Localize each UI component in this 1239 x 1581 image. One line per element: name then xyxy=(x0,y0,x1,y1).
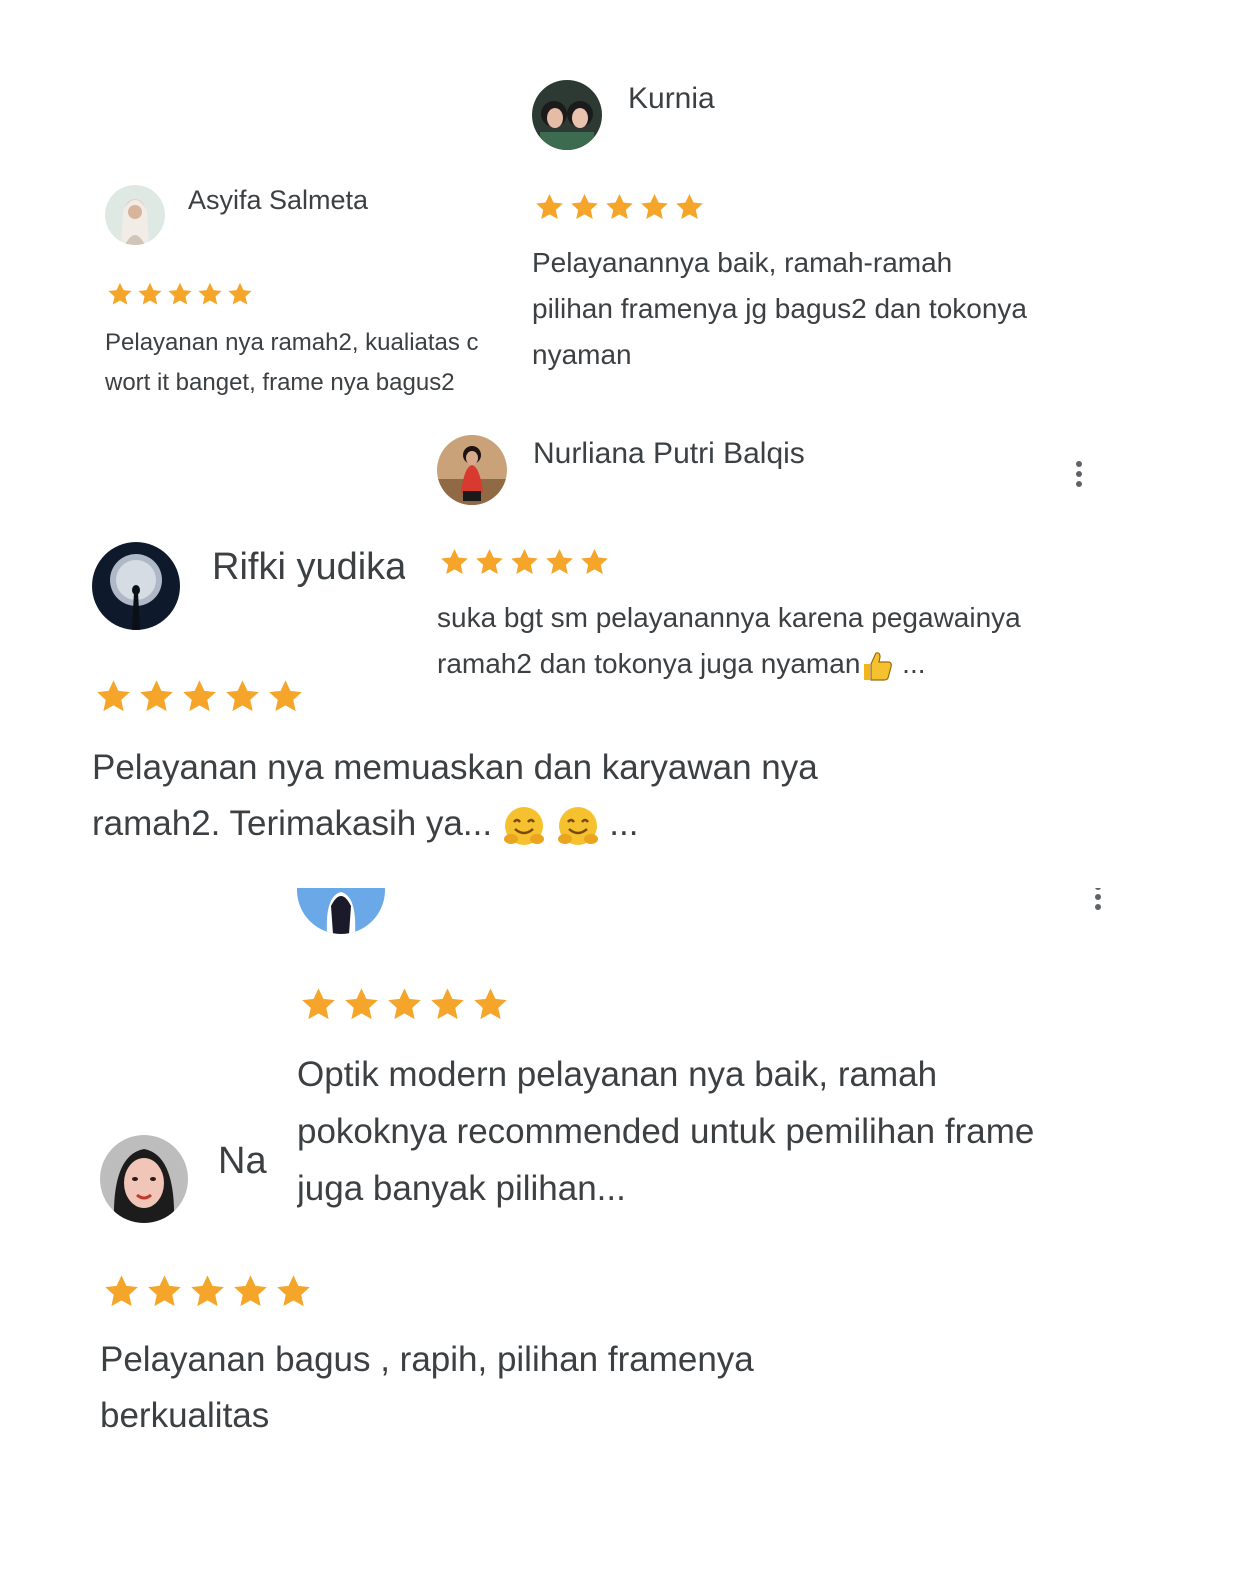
two-women-avatar[interactable] xyxy=(532,80,602,150)
star-icon xyxy=(148,1275,181,1307)
reviewer-name[interactable]: Asyifa Salmeta xyxy=(188,185,368,216)
review-text-line: berkualitas xyxy=(100,1396,270,1435)
review-text-line: pilihan framenya jg bagus2 dan tokonya xyxy=(532,293,1028,324)
more-text-ellipsis[interactable]: ... xyxy=(609,804,638,843)
star-icon xyxy=(105,1275,138,1307)
woman-hijab-avatar[interactable] xyxy=(105,185,165,245)
review-card-nurliana: Nurliana Putri Balqis suka bgt sm pelaya… xyxy=(405,425,1110,690)
star-icon xyxy=(269,680,302,712)
star-icon xyxy=(138,282,162,305)
woman-red-dress-avatar[interactable] xyxy=(437,435,507,505)
review-card-asyifa: Asyifa Salmeta Pelayanan nya ramah2, kua… xyxy=(95,175,505,410)
person-sky-avatar[interactable] xyxy=(297,888,385,934)
star-icon xyxy=(226,680,259,712)
star-icon xyxy=(441,548,468,574)
star-rating xyxy=(100,1273,315,1311)
reviewer-name[interactable]: Na xyxy=(218,1140,267,1183)
thumbs-up-emoji xyxy=(864,651,893,681)
star-icon xyxy=(108,282,132,305)
star-icon xyxy=(168,282,192,305)
star-icon xyxy=(536,193,563,219)
star-icon xyxy=(228,282,252,305)
star-icon xyxy=(97,680,130,712)
review-card-optik: Optik modern pelayanan nya baik, ramah p… xyxy=(270,888,1140,1218)
review-text: Pelayanannya baik, ramah-ramah pilihan f… xyxy=(532,240,1110,378)
reviewer-name[interactable]: Nurliana Putri Balqis xyxy=(533,437,805,471)
review-text-line: pokoknya recommended untuk pemilihan fra… xyxy=(297,1112,1035,1151)
star-icon xyxy=(140,680,173,712)
review-text-line: juga banyak pilihan... xyxy=(297,1169,626,1208)
star-icon xyxy=(641,193,668,219)
review-text-line: ramah2. Terimakasih ya... ... xyxy=(92,796,900,852)
star-icon xyxy=(191,1275,224,1307)
star-icon xyxy=(581,548,608,574)
star-rating xyxy=(105,281,255,308)
review-text: suka bgt sm pelayanannya karena pegawain… xyxy=(437,595,1110,687)
star-icon xyxy=(345,988,378,1020)
star-rating xyxy=(297,986,512,1024)
review-text-line: suka bgt sm pelayanannya karena pegawain… xyxy=(437,602,1021,633)
review-text-segment: ramah2 dan tokonya juga nyaman xyxy=(437,648,861,679)
star-rating xyxy=(532,192,707,223)
review-text: Pelayanan nya ramah2, kualiatas c wort i… xyxy=(105,323,505,403)
review-card-kurnia: Kurnia Pelayanannya baik, ramah-ramah pi… xyxy=(520,70,1110,390)
more-vert-icon[interactable] xyxy=(1069,457,1089,491)
star-icon xyxy=(606,193,633,219)
review-text-segment: ramah2. Terimakasih ya... xyxy=(92,804,493,843)
review-text-line: wort it banget, frame nya bagus2 xyxy=(105,369,455,396)
star-icon xyxy=(183,680,216,712)
review-text: Pelayanan nya memuaskan dan karyawan nya… xyxy=(92,740,900,852)
star-icon xyxy=(474,988,507,1020)
reviewer-name[interactable]: Kurnia xyxy=(628,82,715,116)
star-icon xyxy=(546,548,573,574)
star-icon xyxy=(277,1275,310,1307)
more-text-ellipsis[interactable]: ... xyxy=(902,648,925,679)
review-text-line: Pelayanannya baik, ramah-ramah xyxy=(532,247,953,278)
review-text-line: Pelayanan nya memuaskan dan karyawan nya xyxy=(92,748,818,787)
review-text-line: ramah2 dan tokonya juga nyaman ... xyxy=(437,641,1110,687)
star-icon xyxy=(676,193,703,219)
reviewer-name[interactable]: Rifki yudika xyxy=(212,546,406,589)
review-text-line: nyaman xyxy=(532,339,632,370)
star-icon xyxy=(476,548,503,574)
review-text: Optik modern pelayanan nya baik, ramah p… xyxy=(297,1046,1140,1217)
more-vert-icon[interactable] xyxy=(1088,888,1108,914)
star-icon xyxy=(234,1275,267,1307)
review-text-line: Pelayanan bagus , rapih, pilihan frameny… xyxy=(100,1340,754,1379)
review-text: Pelayanan bagus , rapih, pilihan frameny… xyxy=(100,1332,868,1444)
star-icon xyxy=(302,988,335,1020)
star-icon xyxy=(198,282,222,305)
star-icon xyxy=(431,988,464,1020)
moon-silhouette-avatar[interactable] xyxy=(92,542,180,630)
star-icon xyxy=(571,193,598,219)
star-icon xyxy=(388,988,421,1020)
review-text-line: Optik modern pelayanan nya baik, ramah xyxy=(297,1055,938,1094)
star-rating xyxy=(92,678,307,716)
woman-hijab-face-avatar[interactable] xyxy=(100,1135,188,1223)
star-icon xyxy=(511,548,538,574)
star-rating xyxy=(437,547,612,578)
hugging-face-emoji xyxy=(503,806,544,845)
review-text-line: Pelayanan nya ramah2, kualiatas c xyxy=(105,329,479,356)
hugging-face-emoji xyxy=(557,806,598,845)
